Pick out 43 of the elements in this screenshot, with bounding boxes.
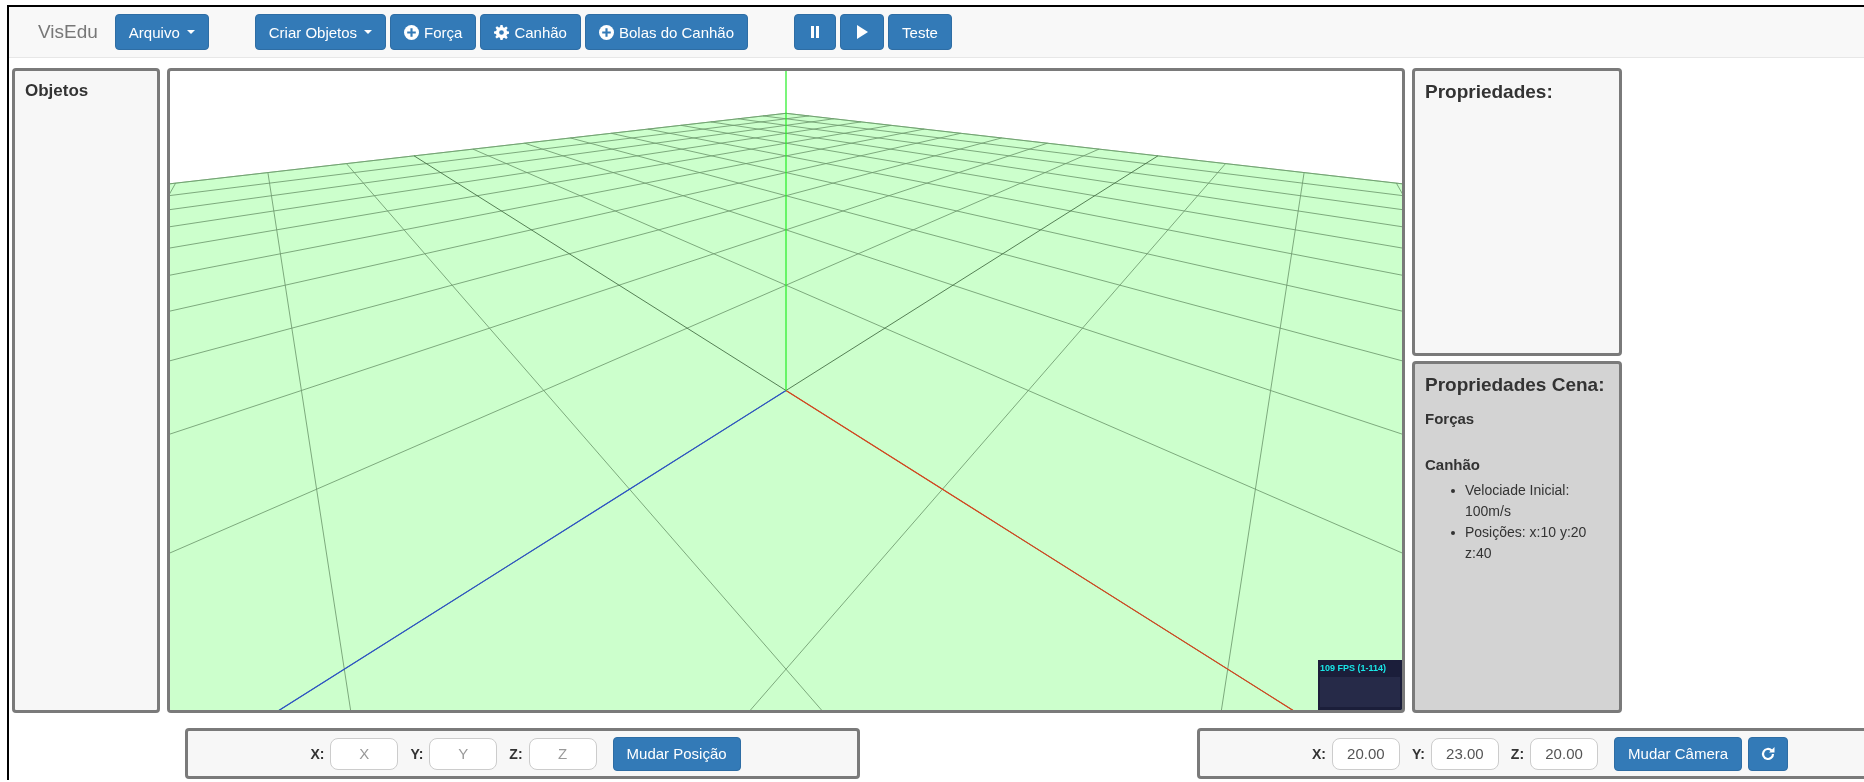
- app-brand[interactable]: VisEdu: [38, 21, 98, 43]
- bullet-icon: [1451, 531, 1455, 535]
- action-button[interactable]: Mudar Posição: [612, 736, 741, 771]
- coordinate-field[interactable]: Z: [528, 737, 597, 770]
- coordinate-field[interactable]: 20.00: [1331, 737, 1400, 770]
- panel-title: Propriedades:: [1425, 81, 1553, 103]
- plus-circle-icon: [404, 24, 420, 40]
- caret-icon: [186, 30, 195, 34]
- property-text: Velociade Inicial: 100m/s: [1465, 481, 1571, 521]
- toolbar-button[interactable]: Canhão: [480, 14, 581, 50]
- coordinate-field[interactable]: X: [330, 737, 399, 770]
- field-label: Y:: [1411, 745, 1425, 762]
- action-button[interactable]: Teste: [888, 14, 952, 50]
- section-heading: Forças: [1425, 410, 1475, 427]
- pause-icon: [810, 26, 821, 38]
- panel-title: Objetos: [25, 81, 89, 101]
- toolbar-button[interactable]: Bolas do Canhão: [584, 14, 749, 50]
- plus-circle-icon: [598, 24, 614, 40]
- field-label: X:: [1311, 745, 1326, 762]
- field-label: X:: [310, 745, 325, 762]
- property-text: Posições: x:10 y:20 z:40: [1465, 523, 1588, 563]
- dropdown-button[interactable]: Criar Objetos: [254, 14, 387, 50]
- panel-title: Propriedades Cena:: [1425, 374, 1605, 396]
- field-label: Z:: [509, 745, 523, 762]
- section-heading: Canhão: [1425, 456, 1480, 473]
- refresh-icon: [1760, 745, 1777, 762]
- reset-camera-button[interactable]: [1748, 736, 1789, 771]
- caret-icon: [364, 30, 373, 34]
- field-label: Y:: [410, 745, 424, 762]
- coordinate-field[interactable]: 23.00: [1430, 737, 1499, 770]
- coordinate-field[interactable]: 20.00: [1530, 737, 1599, 770]
- field-label: Z:: [1510, 745, 1525, 762]
- gear-icon: [494, 24, 510, 40]
- action-button[interactable]: Mudar Câmera: [1614, 736, 1743, 771]
- fps-readout: 109 FPS (1-114): [1320, 663, 1388, 673]
- play-icon: [856, 25, 869, 39]
- play-button[interactable]: [840, 14, 885, 50]
- coordinate-field[interactable]: Y: [429, 737, 498, 770]
- dropdown-button[interactable]: Arquivo: [114, 14, 209, 50]
- toolbar-button[interactable]: Força: [390, 14, 477, 50]
- pause-button[interactable]: [794, 14, 837, 50]
- 3d-viewport[interactable]: 109 FPS (1-114): [167, 68, 1405, 713]
- bullet-icon: [1451, 489, 1455, 493]
